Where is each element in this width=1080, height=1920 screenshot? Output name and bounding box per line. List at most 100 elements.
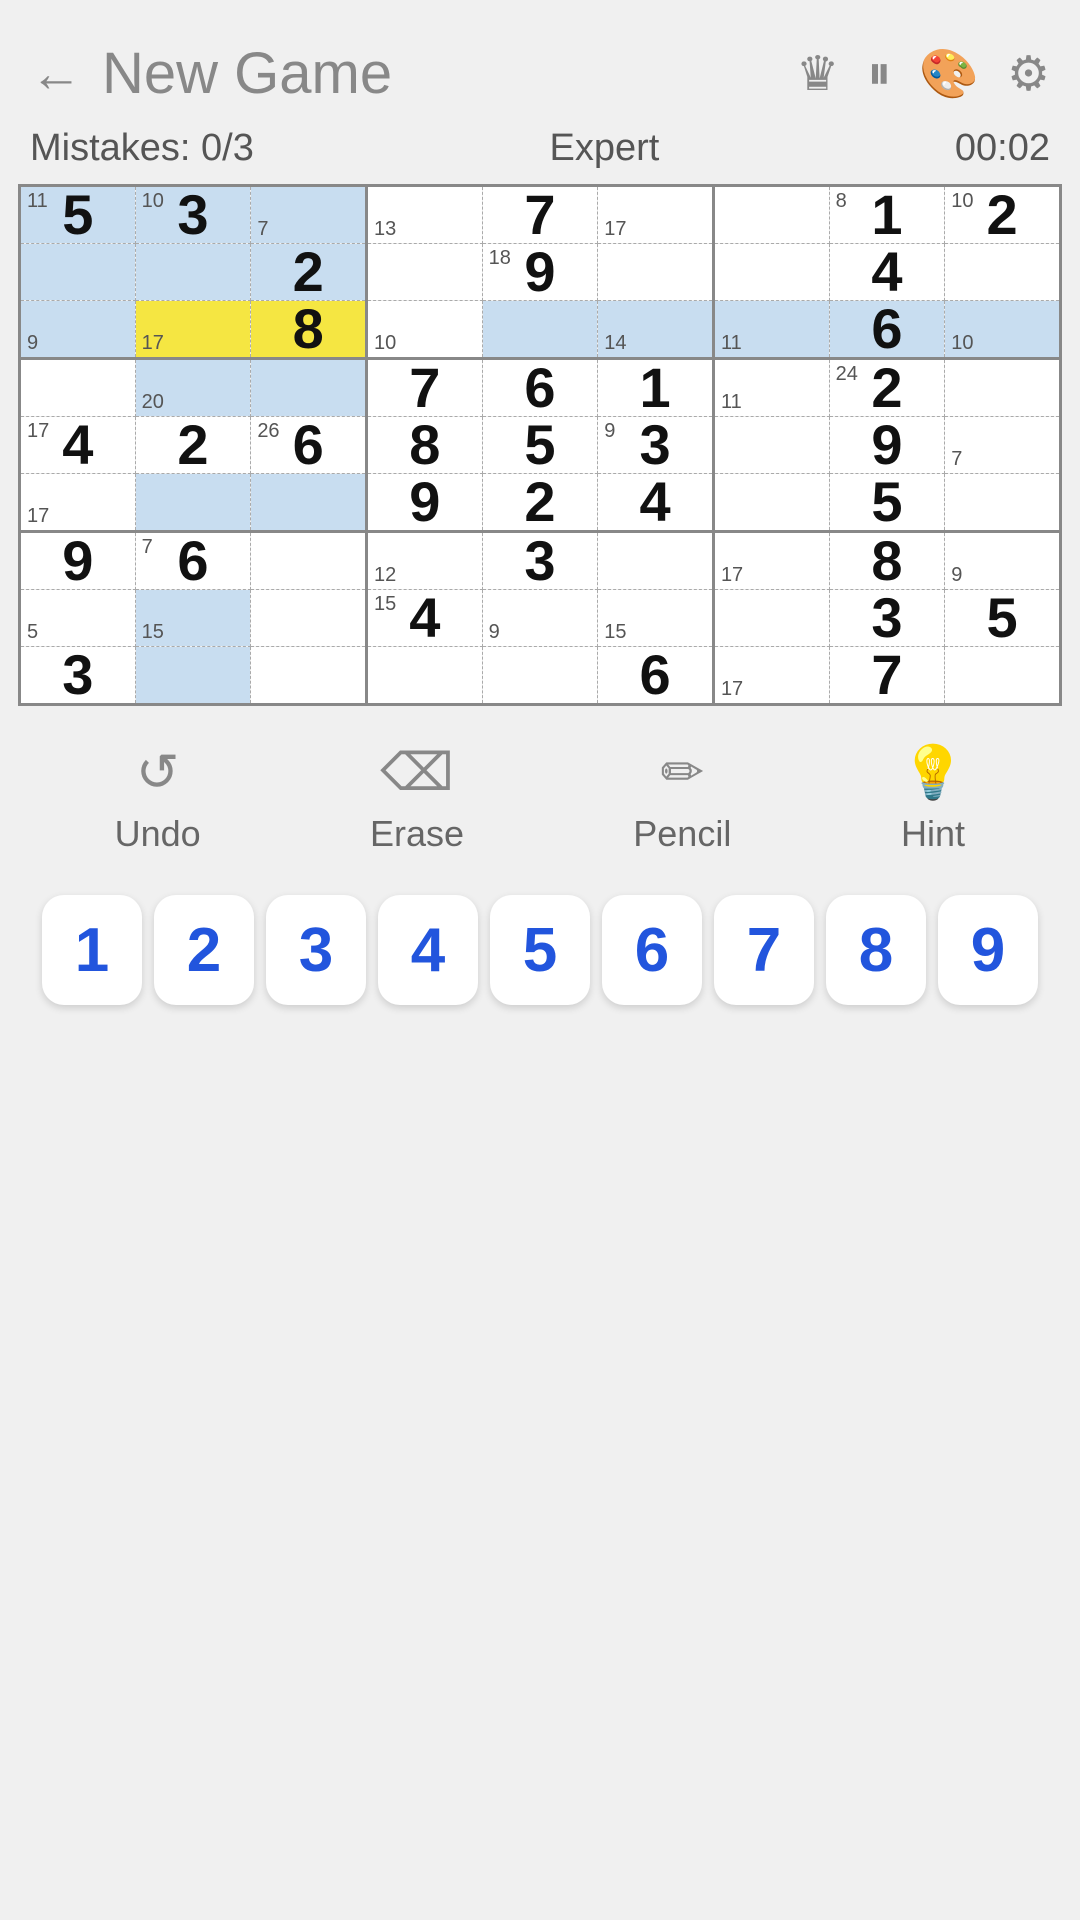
table-row[interactable]: 8 <box>251 301 367 359</box>
numpad-button-6[interactable]: 6 <box>602 895 702 1005</box>
numpad-button-5[interactable]: 5 <box>490 895 590 1005</box>
table-row[interactable]: 13 <box>366 186 482 244</box>
numpad-button-2[interactable]: 2 <box>154 895 254 1005</box>
table-row[interactable] <box>945 474 1061 532</box>
table-row[interactable]: 76 <box>135 532 251 590</box>
table-row[interactable]: 14 <box>598 301 714 359</box>
table-row[interactable]: 9 <box>482 590 598 647</box>
table-row[interactable]: 9 <box>366 474 482 532</box>
table-row[interactable]: 9 <box>829 417 945 474</box>
erase-button[interactable]: ⌫ Erase <box>370 743 464 855</box>
table-row[interactable]: 9 <box>20 532 136 590</box>
table-row[interactable] <box>20 244 136 301</box>
table-row[interactable]: 8 <box>366 417 482 474</box>
table-row[interactable] <box>251 532 367 590</box>
table-row[interactable]: 5 <box>945 590 1061 647</box>
table-row[interactable] <box>598 532 714 590</box>
table-row[interactable]: 102 <box>945 186 1061 244</box>
table-row[interactable]: 1 <box>598 359 714 417</box>
table-row[interactable] <box>945 244 1061 301</box>
table-row[interactable]: 266 <box>251 417 367 474</box>
numpad-button-8[interactable]: 8 <box>826 895 926 1005</box>
table-row[interactable]: 2 <box>135 417 251 474</box>
table-row[interactable]: 7 <box>366 359 482 417</box>
table-row[interactable]: 10 <box>366 301 482 359</box>
table-row[interactable]: 6 <box>598 647 714 705</box>
table-row[interactable]: 242 <box>829 359 945 417</box>
settings-icon[interactable]: ⚙ <box>1007 46 1050 102</box>
table-row[interactable]: 189 <box>482 244 598 301</box>
table-row[interactable]: 9 <box>20 301 136 359</box>
table-row[interactable] <box>251 590 367 647</box>
table-row[interactable] <box>251 647 367 705</box>
table-row[interactable]: 4 <box>598 474 714 532</box>
table-row[interactable]: 11 <box>713 301 829 359</box>
table-row[interactable] <box>713 186 829 244</box>
table-row[interactable]: 17 <box>713 647 829 705</box>
table-row[interactable]: 10 <box>945 301 1061 359</box>
back-button[interactable]: ← <box>30 48 82 100</box>
crown-icon[interactable]: ♛ <box>796 46 839 102</box>
table-row[interactable]: 5 <box>20 590 136 647</box>
table-row[interactable]: 17 <box>598 186 714 244</box>
table-row[interactable]: 2 <box>251 244 367 301</box>
table-row[interactable] <box>482 301 598 359</box>
numpad-button-9[interactable]: 9 <box>938 895 1038 1005</box>
table-row[interactable]: 81 <box>829 186 945 244</box>
table-row[interactable]: 7 <box>829 647 945 705</box>
table-row[interactable]: 2 <box>482 474 598 532</box>
table-row[interactable] <box>20 359 136 417</box>
table-row[interactable] <box>945 647 1061 705</box>
table-row[interactable]: 17 <box>713 532 829 590</box>
table-row[interactable] <box>598 244 714 301</box>
table-row[interactable] <box>135 647 251 705</box>
table-row[interactable]: 103 <box>135 186 251 244</box>
table-row[interactable] <box>945 359 1061 417</box>
numpad-button-7[interactable]: 7 <box>714 895 814 1005</box>
table-row[interactable]: 7 <box>251 186 367 244</box>
table-row[interactable]: 3 <box>829 590 945 647</box>
table-row[interactable]: 9 <box>945 532 1061 590</box>
table-row[interactable]: 7 <box>945 417 1061 474</box>
palette-icon[interactable]: 🎨 <box>919 45 979 102</box>
table-row[interactable]: 3 <box>20 647 136 705</box>
table-row[interactable]: 15 <box>135 590 251 647</box>
table-row[interactable]: 115 <box>20 186 136 244</box>
table-row[interactable]: 20 <box>135 359 251 417</box>
pencil-button[interactable]: ✏ Pencil <box>633 743 731 855</box>
undo-button[interactable]: ↺ Undo <box>115 743 201 855</box>
numpad-button-1[interactable]: 1 <box>42 895 142 1005</box>
pause-icon[interactable]: ⏸ <box>867 46 891 102</box>
header: ← New Game ♛ ⏸ 🎨 ⚙ <box>0 0 1080 127</box>
table-row[interactable] <box>713 474 829 532</box>
table-row[interactable]: 17 <box>135 301 251 359</box>
table-row[interactable] <box>251 359 367 417</box>
table-row[interactable]: 12 <box>366 532 482 590</box>
table-row[interactable]: 17 <box>20 474 136 532</box>
table-row[interactable]: 93 <box>598 417 714 474</box>
table-row[interactable] <box>713 244 829 301</box>
table-row[interactable] <box>713 590 829 647</box>
table-row[interactable]: 6 <box>829 301 945 359</box>
table-row[interactable]: 5 <box>482 417 598 474</box>
table-row[interactable]: 154 <box>366 590 482 647</box>
table-row[interactable]: 15 <box>598 590 714 647</box>
table-row[interactable] <box>482 647 598 705</box>
numpad-button-4[interactable]: 4 <box>378 895 478 1005</box>
table-row[interactable] <box>713 417 829 474</box>
table-row[interactable] <box>135 244 251 301</box>
table-row[interactable]: 5 <box>829 474 945 532</box>
table-row[interactable] <box>251 474 367 532</box>
table-row[interactable]: 3 <box>482 532 598 590</box>
table-row[interactable]: 8 <box>829 532 945 590</box>
table-row[interactable]: 174 <box>20 417 136 474</box>
hint-button[interactable]: 💡 Hint <box>901 742 966 855</box>
numpad-button-3[interactable]: 3 <box>266 895 366 1005</box>
table-row[interactable] <box>366 647 482 705</box>
table-row[interactable]: 4 <box>829 244 945 301</box>
table-row[interactable]: 7 <box>482 186 598 244</box>
table-row[interactable] <box>366 244 482 301</box>
table-row[interactable]: 11 <box>713 359 829 417</box>
table-row[interactable] <box>135 474 251 532</box>
table-row[interactable]: 6 <box>482 359 598 417</box>
